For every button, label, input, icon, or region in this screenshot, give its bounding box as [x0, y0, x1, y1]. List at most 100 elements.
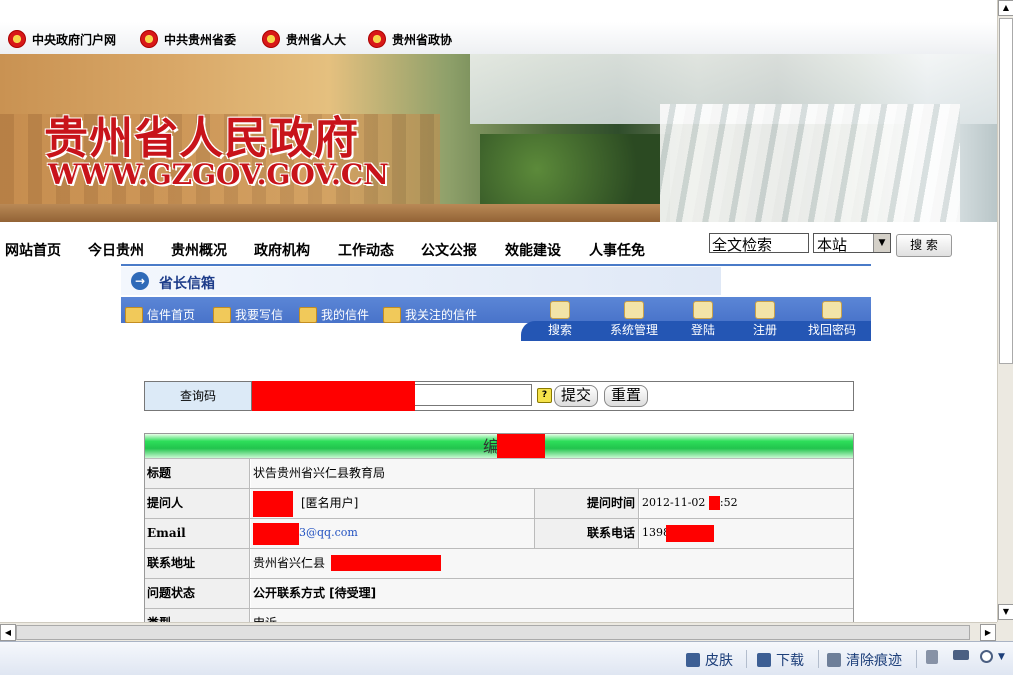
- redaction-block: [708, 496, 720, 510]
- scrollbar-corner: [997, 622, 1013, 641]
- tool-search[interactable]: 搜索: [530, 301, 590, 338]
- tool-label: 搜索: [547, 323, 572, 337]
- horizontal-scrollbar[interactable]: ◀ ▶: [0, 622, 997, 642]
- tool-recover-password[interactable]: 找回密码: [802, 301, 862, 338]
- submit-button[interactable]: 提交: [554, 385, 599, 407]
- follow-icon: [383, 306, 401, 323]
- redaction-block: [253, 523, 299, 545]
- row-address: 联系地址 贵州省兴仁县: [145, 548, 853, 578]
- tool-label: 找回密码: [807, 323, 856, 337]
- nav-item-bulletins[interactable]: 公文公报: [421, 240, 477, 260]
- row-asker: 提问人 [匿名用户] 提问时间 2012-11-02 :52: [145, 488, 853, 518]
- letters-icon: [299, 306, 317, 323]
- tool-label: 登陆: [690, 323, 715, 337]
- asker-value: [匿名用户]: [301, 496, 359, 510]
- tab-my-letters[interactable]: 我的信件: [299, 306, 369, 323]
- top-link-label: 贵州省人大: [286, 32, 347, 47]
- asker-label: 提问人: [145, 489, 250, 518]
- volume-button[interactable]: [926, 650, 938, 664]
- chevron-down-icon: ▼: [998, 651, 1005, 662]
- zoom-icon: [980, 650, 993, 663]
- nav-item-home[interactable]: 网站首页: [5, 240, 61, 260]
- download-label: 下载: [776, 653, 804, 669]
- tab-followed-letters[interactable]: 我关注的信件: [383, 306, 477, 323]
- tab-label: 我要写信: [235, 308, 284, 322]
- top-link-bar: 中央政府门户网 中共贵州省委 贵州省人大 贵州省政协: [0, 22, 997, 55]
- redaction-block: [252, 381, 415, 411]
- help-icon[interactable]: ?: [537, 388, 552, 403]
- top-link-label: 贵州省政协: [392, 32, 453, 47]
- vertical-scroll-thumb[interactable]: [999, 18, 1013, 364]
- nav-item-appointments[interactable]: 人事任免: [589, 240, 645, 260]
- tab-letters-home[interactable]: 信件首页: [125, 306, 195, 323]
- separator: [818, 650, 819, 668]
- scroll-up-icon[interactable]: ▲: [998, 0, 1013, 16]
- title-label: 标题: [145, 459, 250, 488]
- skin-button[interactable]: 皮肤: [686, 650, 733, 670]
- tab-label: 信件首页: [147, 308, 196, 322]
- nav-item-today[interactable]: 今日贵州: [88, 240, 144, 260]
- nav-item-overview[interactable]: 贵州概况: [171, 240, 227, 260]
- address-cell: 贵州省兴仁县: [251, 549, 853, 578]
- tab-write-letter[interactable]: 我要写信: [213, 306, 283, 323]
- redaction-block: [497, 434, 545, 460]
- top-link-central-gov[interactable]: 中央政府门户网: [8, 30, 116, 48]
- tool-register[interactable]: 注册: [735, 301, 795, 338]
- tool-label: 系统管理: [609, 323, 658, 337]
- clear-traces-button[interactable]: 清除痕迹: [827, 650, 902, 670]
- tool-label: 注册: [752, 323, 777, 337]
- tool-system-admin[interactable]: 系统管理: [604, 301, 664, 338]
- search-button[interactable]: 搜 索: [896, 234, 952, 257]
- scroll-right-icon[interactable]: ▶: [980, 624, 996, 641]
- scroll-down-icon[interactable]: ▼: [998, 604, 1013, 620]
- email-label: Email: [145, 519, 250, 548]
- top-link-party-committee[interactable]: 中共贵州省委: [140, 30, 236, 48]
- top-link-peoples-congress[interactable]: 贵州省人大: [262, 30, 346, 48]
- chevron-down-icon[interactable]: ▼: [873, 234, 890, 252]
- query-form: 查询码 ? 提交 重置: [144, 381, 854, 411]
- site-url: WWW.GZGOV.GOV.CN: [48, 158, 389, 191]
- tool-login[interactable]: 登陆: [673, 301, 733, 338]
- device-button[interactable]: [953, 650, 969, 660]
- home-icon: [125, 306, 143, 323]
- nav-item-work-news[interactable]: 工作动态: [338, 240, 394, 260]
- top-link-label: 中共贵州省委: [164, 32, 237, 47]
- mailbox-title-bar: → 省长信箱: [121, 267, 721, 295]
- horizontal-scroll-thumb[interactable]: [16, 625, 970, 640]
- mailbox-title: 省长信箱: [159, 276, 215, 292]
- title-value: 状告贵州省兴仁县教育局: [251, 459, 853, 488]
- admin-icon: [624, 301, 644, 319]
- top-link-label: 中央政府门户网: [32, 32, 117, 47]
- browser-status-bar: 皮肤 下载 清除痕迹 ▼: [0, 641, 1013, 675]
- fulltext-search-input[interactable]: 全文检索: [709, 233, 809, 254]
- banner-water-image: [0, 204, 660, 222]
- nav-item-efficiency[interactable]: 效能建设: [505, 240, 561, 260]
- time-value-seconds: :52: [719, 496, 738, 509]
- letter-detail-table: 编号 标题 状告贵州省兴仁县教育局 提问人 [匿名用户] 提问时间 2012-1…: [144, 433, 854, 624]
- row-email: Email 3@qq.com 联系电话 1398: [145, 518, 853, 548]
- address-label: 联系地址: [145, 549, 250, 578]
- reset-button[interactable]: 重置: [604, 385, 649, 407]
- volume-icon: [926, 650, 938, 664]
- register-icon: [755, 301, 775, 319]
- time-label: 提问时间: [534, 489, 639, 518]
- site-banner: 贵州省人民政府 WWW.GZGOV.GOV.CN: [0, 54, 997, 222]
- row-status: 问题状态 公开联系方式 [待受理]: [145, 578, 853, 608]
- phone-label: 联系电话: [534, 519, 639, 548]
- tab-label: 我关注的信件: [405, 308, 478, 322]
- search-scope-select[interactable]: 本站 ▼: [813, 233, 891, 254]
- top-link-cppcc[interactable]: 贵州省政协: [368, 30, 452, 48]
- zoom-button[interactable]: ▼: [980, 650, 1005, 663]
- nav-item-agencies[interactable]: 政府机构: [254, 240, 310, 260]
- time-cell: 2012-11-02 :52: [640, 489, 853, 518]
- vertical-scrollbar[interactable]: ▲ ▼: [997, 0, 1013, 622]
- row-title: 标题 状告贵州省兴仁县教育局: [145, 458, 853, 488]
- device-icon: [953, 650, 969, 660]
- download-button[interactable]: 下载: [757, 650, 804, 670]
- skin-icon: [686, 653, 700, 667]
- national-emblem-icon: [8, 30, 26, 48]
- scroll-left-icon[interactable]: ◀: [0, 624, 16, 641]
- email-link[interactable]: 3@qq.com: [299, 519, 358, 547]
- query-code-label: 查询码: [145, 382, 252, 410]
- status-label: 问题状态: [145, 579, 250, 608]
